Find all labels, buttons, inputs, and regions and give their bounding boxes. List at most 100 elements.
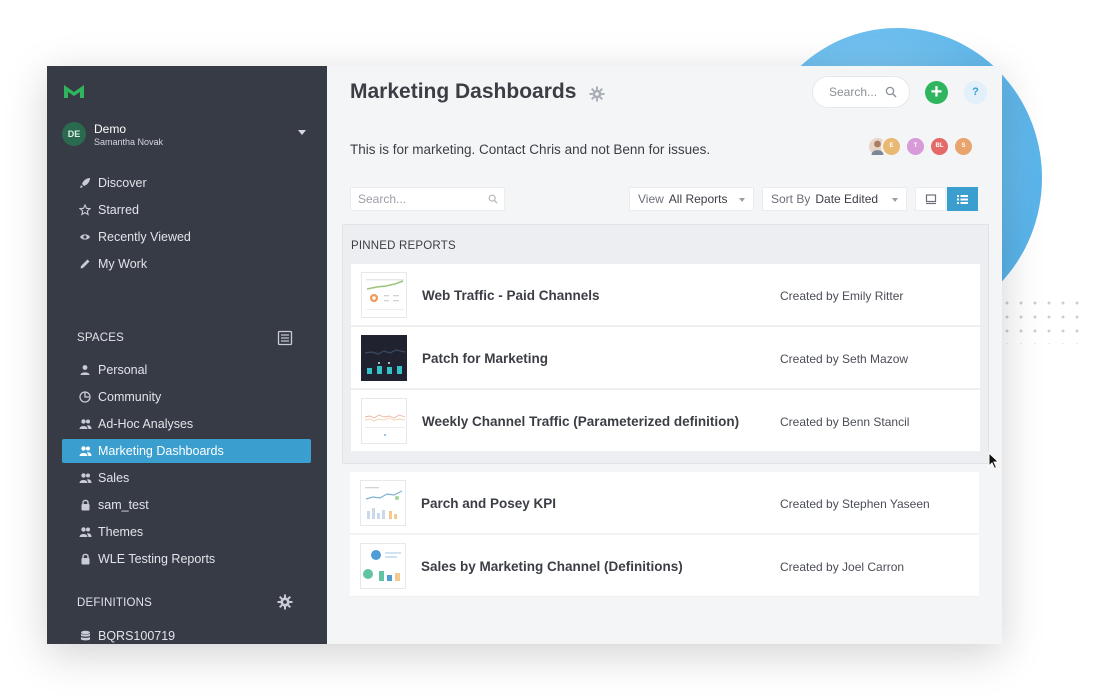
list-view-toggle[interactable]	[947, 187, 978, 211]
mode-logo-icon[interactable]	[63, 83, 85, 99]
users-icon	[78, 417, 92, 431]
space-item-marketing-dashboards[interactable]: Marketing Dashboards	[62, 439, 311, 463]
report-name[interactable]: Parch and Posey KPI	[421, 496, 556, 511]
main-content: Marketing Dashboards Search... + ? This …	[327, 66, 1002, 644]
space-item-wle-testing-reports[interactable]: WLE Testing Reports	[62, 547, 311, 571]
help-button[interactable]: ?	[964, 81, 987, 104]
report-row[interactable]: Weekly Channel Traffic (Parameterized de…	[351, 390, 980, 452]
report-row[interactable]: Patch for Marketing Created by Seth Mazo…	[351, 327, 980, 389]
report-name[interactable]: Web Traffic - Paid Channels	[422, 288, 600, 303]
view-filter-label: View	[638, 192, 664, 206]
user-icon	[78, 363, 92, 377]
avatar[interactable]: S	[953, 136, 974, 157]
avatar[interactable]: T	[905, 136, 926, 157]
view-filter-dropdown[interactable]: View All Reports	[629, 187, 754, 211]
space-item-label: Ad-Hoc Analyses	[98, 417, 194, 431]
stage: DE Demo Samantha Novak Discover Starred	[0, 0, 1100, 695]
space-item-ad-hoc-analyses[interactable]: Ad-Hoc Analyses	[62, 412, 311, 436]
background-dots	[1000, 296, 1080, 344]
gear-icon[interactable]	[277, 594, 293, 610]
report-author: Created by Joel Carron	[780, 560, 905, 574]
search-icon	[885, 86, 897, 98]
report-thumbnail	[360, 480, 406, 526]
avatar[interactable]: BL	[929, 136, 950, 157]
nav-item-recently-viewed[interactable]: Recently Viewed	[62, 225, 311, 249]
global-search-input[interactable]: Search...	[812, 76, 910, 108]
pinned-reports-panel: PINNED REPORTS Web Traffic - Paid Channe…	[342, 224, 989, 464]
org-user-name: Samantha Novak	[94, 137, 164, 147]
org-switcher[interactable]: DE Demo Samantha Novak	[62, 122, 312, 152]
eye-icon	[78, 230, 92, 244]
report-thumbnail	[361, 398, 407, 444]
space-item-label: Sales	[98, 471, 130, 485]
space-description: This is for marketing. Contact Chris and…	[350, 142, 711, 157]
spaces-heading: SPACES	[77, 332, 125, 344]
users-icon	[78, 525, 92, 539]
card-view-icon	[925, 193, 936, 204]
report-row[interactable]: Sales by Marketing Channel (Definitions)…	[350, 535, 979, 597]
space-item-label: Marketing Dashboards	[98, 444, 224, 458]
list-view-icon	[957, 194, 968, 204]
report-author: Created by Seth Mazow	[780, 352, 909, 366]
space-item-label: sam_test	[98, 498, 149, 512]
space-item-sam-test[interactable]: sam_test	[62, 493, 311, 517]
space-item-community[interactable]: Community	[62, 385, 311, 409]
avatar[interactable]: E	[881, 136, 902, 157]
report-author: Created by Stephen Yaseen	[780, 497, 930, 511]
nav-item-my-work[interactable]: My Work	[62, 252, 311, 276]
sort-label: Sort By	[771, 192, 811, 206]
org-name: Demo	[94, 122, 127, 136]
org-avatar: DE	[62, 122, 86, 146]
definition-item-bqrs100719[interactable]: BQRS100719	[62, 624, 311, 644]
nav-item-label: Starred	[98, 203, 139, 217]
view-filter-value: All Reports	[668, 192, 728, 206]
reports-search-placeholder: Search...	[358, 192, 407, 206]
nav-item-discover[interactable]: Discover	[62, 171, 311, 195]
pencil-icon	[78, 257, 92, 271]
search-placeholder: Search...	[829, 85, 878, 99]
report-name[interactable]: Weekly Channel Traffic (Parameterized de…	[422, 414, 739, 429]
definition-item-label: BQRS100719	[98, 629, 176, 643]
database-icon	[78, 629, 92, 643]
report-thumbnail	[361, 335, 407, 381]
app-window: DE Demo Samantha Novak Discover Starred	[47, 66, 1002, 644]
report-name[interactable]: Sales by Marketing Channel (Definitions)	[421, 559, 683, 574]
lock-icon	[78, 498, 92, 512]
users-icon	[78, 471, 92, 485]
sidebar: DE Demo Samantha Novak Discover Starred	[47, 66, 327, 644]
space-item-themes[interactable]: Themes	[62, 520, 311, 544]
add-button[interactable]: +	[925, 81, 948, 104]
report-row[interactable]: Parch and Posey KPI Created by Stephen Y…	[350, 472, 979, 534]
space-item-label: Community	[98, 390, 162, 404]
space-item-label: Personal	[98, 363, 148, 377]
report-author: Created by Benn Stancil	[780, 415, 910, 429]
chevron-down-icon	[739, 198, 745, 202]
page-title: Marketing Dashboards	[350, 80, 577, 103]
lock-icon	[78, 552, 92, 566]
space-settings-gear-icon[interactable]	[589, 86, 605, 102]
nav-item-label: Recently Viewed	[98, 230, 191, 244]
report-author: Created by Emily Ritter	[780, 289, 904, 303]
definitions-heading: DEFINITIONS	[77, 597, 153, 609]
star-icon	[78, 203, 92, 217]
nav-item-starred[interactable]: Starred	[62, 198, 311, 222]
report-thumbnail	[360, 543, 406, 589]
list-icon[interactable]	[277, 330, 293, 346]
globe-icon	[78, 390, 92, 404]
rocket-icon	[78, 176, 92, 190]
space-item-label: Themes	[98, 525, 144, 539]
pinned-reports-heading: PINNED REPORTS	[351, 240, 456, 252]
sort-dropdown[interactable]: Sort By Date Edited	[762, 187, 907, 211]
reports-search-input[interactable]: Search...	[350, 187, 505, 211]
sort-value: Date Edited	[815, 192, 879, 206]
nav-item-label: Discover	[98, 176, 147, 190]
caret-down-icon[interactable]	[298, 130, 306, 135]
report-name[interactable]: Patch for Marketing	[422, 351, 548, 366]
member-avatars[interactable]: E T BL S	[867, 136, 987, 160]
space-item-sales[interactable]: Sales	[62, 466, 311, 490]
space-item-personal[interactable]: Personal	[62, 358, 311, 382]
grid-view-toggle[interactable]	[915, 187, 946, 211]
mouse-cursor-icon	[988, 452, 1000, 470]
report-thumbnail	[361, 272, 407, 318]
report-row[interactable]: Web Traffic - Paid Channels Created by E…	[351, 264, 980, 326]
